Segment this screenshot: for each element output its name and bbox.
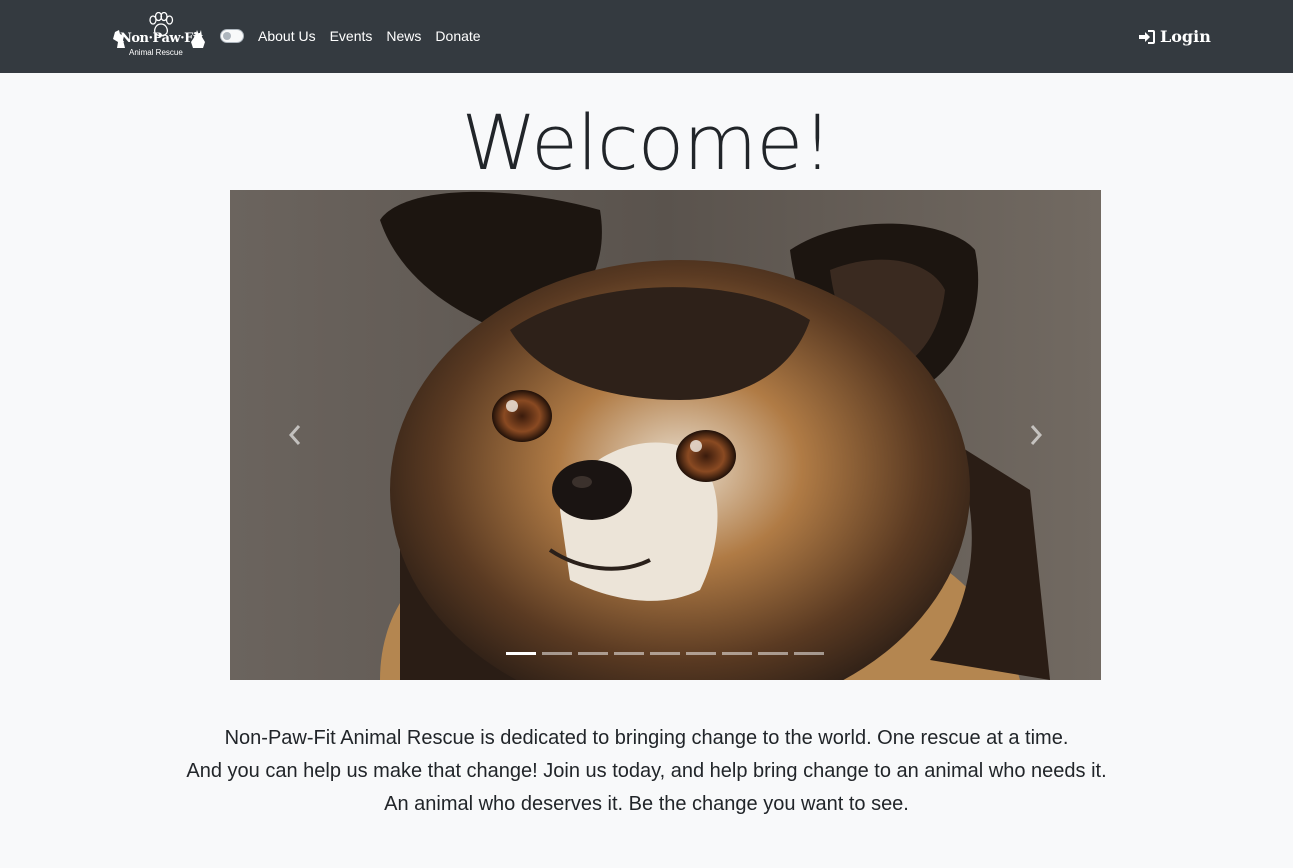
carousel-next-button[interactable] (1026, 420, 1046, 450)
carousel-indicator[interactable] (578, 652, 608, 655)
login-label: Login (1160, 27, 1211, 46)
chevron-left-icon (288, 425, 301, 445)
carousel-indicator[interactable] (650, 652, 680, 655)
login-link[interactable]: Login (1138, 27, 1211, 46)
intro-line: And you can help us make that change! Jo… (186, 760, 1107, 782)
chevron-right-icon (1030, 425, 1043, 445)
carousel-indicator[interactable] (506, 652, 536, 655)
intro-line: An animal who deserves it. Be the change… (384, 793, 909, 815)
carousel-indicator[interactable] (794, 652, 824, 655)
navbar: Non·Paw·Fit Animal Rescue About Us Event… (0, 0, 1293, 73)
page-title: Welcome! (461, 98, 832, 187)
intro-line: Non-Paw-Fit Animal Rescue is dedicated t… (224, 727, 1069, 749)
carousel-prev-button[interactable] (285, 420, 305, 450)
brand-name: Non·Paw·Fit (120, 31, 203, 46)
carousel-indicator[interactable] (722, 652, 752, 655)
toggle-knob (223, 32, 231, 40)
carousel-indicators (506, 652, 824, 655)
carousel-indicator[interactable] (686, 652, 716, 655)
carousel-indicator[interactable] (614, 652, 644, 655)
sign-in-icon (1139, 29, 1155, 44)
brand-subtitle: Animal Rescue (129, 48, 183, 57)
nav-link-events[interactable]: Events (330, 28, 373, 44)
carousel-indicator[interactable] (542, 652, 572, 655)
dog-photo (230, 190, 1101, 680)
theme-toggle[interactable] (220, 29, 244, 43)
nav-link-about-us[interactable]: About Us (258, 28, 316, 44)
nav-link-news[interactable]: News (386, 28, 421, 44)
nav-links: About Us Events News Donate (258, 28, 481, 44)
nav-link-donate[interactable]: Donate (435, 28, 480, 44)
carousel (230, 190, 1101, 680)
intro-text: Non-Paw-Fit Animal Rescue is dedicated t… (0, 722, 1293, 821)
brand-logo[interactable]: Non·Paw·Fit Animal Rescue (113, 12, 205, 60)
carousel-indicator[interactable] (758, 652, 788, 655)
